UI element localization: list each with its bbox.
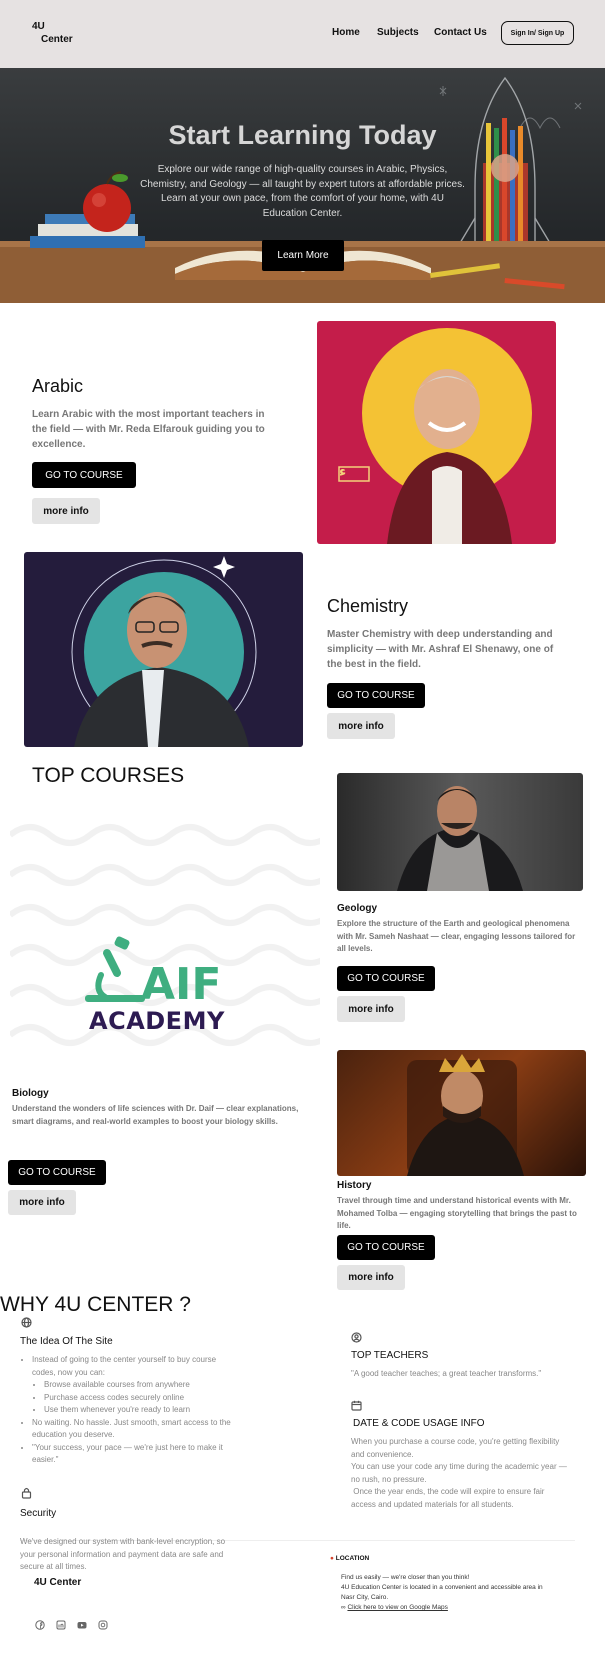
location-title: LOCATION: [335, 1555, 370, 1562]
geology-teacher-illustration: [397, 786, 523, 891]
history-more-button[interactable]: more info: [337, 1265, 405, 1290]
site-logo[interactable]: 4U Center: [32, 20, 73, 46]
map-link-row: ∞ Click here to view on Google Maps: [341, 1603, 556, 1613]
date-code-text: When you purchase a course code, you're …: [351, 1436, 571, 1511]
idea-subitem-2: Purchase access codes securely online: [44, 1392, 240, 1405]
footer-brand: 4U Center: [34, 1577, 82, 1588]
chemistry-title: Chemistry: [327, 596, 409, 616]
hero-title: Start Learning Today: [168, 120, 437, 150]
logo-line2: Center: [41, 34, 73, 45]
idea-item-3: "Your success, your pace — we're just he…: [32, 1442, 240, 1467]
location-line1: Find us easily — we're closer than you t…: [341, 1574, 470, 1581]
nav-home[interactable]: Home: [332, 27, 360, 38]
teachers-quote: "A good teacher teaches; a great teacher…: [351, 1369, 542, 1378]
date-code-p1: When you purchase a course code, you're …: [351, 1437, 560, 1459]
idea-item-2: No waiting. No hassle. Just smooth, smar…: [32, 1417, 240, 1442]
user-circle-icon: [351, 1332, 362, 1343]
youtube-icon[interactable]: [77, 1620, 87, 1630]
biology-title: Biology: [12, 1088, 49, 1099]
facebook-icon[interactable]: [35, 1620, 45, 1630]
location-heading: ● LOCATION: [330, 1555, 369, 1562]
history-teacher-illustration: [407, 1054, 524, 1176]
chemistry-go-button[interactable]: GO TO COURSE: [327, 683, 425, 708]
google-maps-link[interactable]: Click here to view on Google Maps: [347, 1604, 447, 1611]
teachers-title: TOP TEACHERS: [351, 1350, 429, 1361]
location-text: Find us easily — we're closer than you t…: [341, 1573, 556, 1613]
instagram-icon[interactable]: [98, 1620, 108, 1630]
idea-item-1: Instead of going to the center yourself …: [32, 1354, 240, 1417]
hero-text: Explore our wide range of high-quality c…: [140, 164, 465, 219]
arabic-teacher-image: ﺀ: [317, 321, 556, 544]
idea-list: Instead of going to the center yourself …: [20, 1354, 240, 1467]
arabic-more-button[interactable]: more info: [32, 498, 100, 524]
idea-item-1-text: Instead of going to the center yourself …: [32, 1355, 217, 1377]
chemistry-teacher-illustration: [71, 556, 257, 747]
biology-go-button[interactable]: GO TO COURSE: [8, 1160, 106, 1185]
pin-icon: ●: [330, 1555, 334, 1562]
idea-subitem-3: Use them whenever you're ready to learn: [44, 1404, 240, 1417]
geology-more-button[interactable]: more info: [337, 996, 405, 1022]
svg-text:AIF: AIF: [141, 959, 221, 1010]
arabic-desc: Learn Arabic with the most important tea…: [32, 409, 265, 450]
signin-button[interactable]: Sign In/ Sign Up: [501, 21, 574, 45]
arabic-title: Arabic: [32, 376, 84, 396]
arabic-go-button[interactable]: GO TO COURSE: [32, 462, 136, 488]
globe-icon: [21, 1317, 32, 1328]
date-code-p3: Once the year ends, the code will expire…: [351, 1487, 547, 1509]
arabic-teacher-illustration: ﺀ: [338, 328, 532, 544]
calendar-icon: [351, 1400, 362, 1411]
history-go-button[interactable]: GO TO COURSE: [337, 1235, 435, 1260]
chemistry-desc: Master Chemistry with deep understanding…: [327, 629, 554, 670]
security-text: We've designed our system with bank-leve…: [20, 1537, 226, 1571]
history-desc: Travel through time and understand histo…: [337, 1196, 577, 1230]
idea-title: The Idea Of The Site: [20, 1336, 113, 1347]
geology-title: Geology: [337, 903, 378, 914]
chemistry-more-button[interactable]: more info: [327, 713, 395, 739]
social-links: [35, 1620, 108, 1630]
biology-desc: Understand the wonders of life sciences …: [12, 1104, 299, 1126]
geology-teacher-image: [337, 773, 583, 891]
geology-desc: Explore the structure of the Earth and g…: [337, 919, 576, 953]
date-code-p2: You can use your code any time during th…: [351, 1462, 567, 1484]
chemistry-teacher-image: [24, 552, 303, 747]
location-line2: 4U Education Center is located in a conv…: [341, 1584, 543, 1601]
geology-go-button[interactable]: GO TO COURSE: [337, 966, 435, 991]
link-icon: ∞: [341, 1604, 346, 1611]
logo-line1: 4U: [32, 21, 45, 32]
biology-more-button[interactable]: more info: [8, 1190, 76, 1215]
linkedin-icon[interactable]: [56, 1620, 66, 1630]
why-title: WHY 4U CENTER ?: [0, 1293, 191, 1316]
nav-contact[interactable]: Contact Us: [434, 27, 487, 38]
top-courses-title: TOP COURSES: [32, 764, 185, 787]
nav-subjects[interactable]: Subjects: [377, 27, 419, 38]
security-title: Security: [20, 1508, 57, 1519]
learn-more-button[interactable]: Learn More: [262, 240, 344, 271]
date-code-title: DATE & CODE USAGE INFO: [353, 1418, 485, 1429]
history-teacher-image: [337, 1050, 586, 1176]
daif-logo-text: ACADEMY: [89, 1007, 225, 1035]
daif-academy-logo: AIF ACADEMY: [85, 935, 245, 1035]
lock-icon: [21, 1487, 32, 1499]
idea-subitem-1: Browse available courses from anywhere: [44, 1379, 240, 1392]
history-title: History: [337, 1180, 372, 1191]
